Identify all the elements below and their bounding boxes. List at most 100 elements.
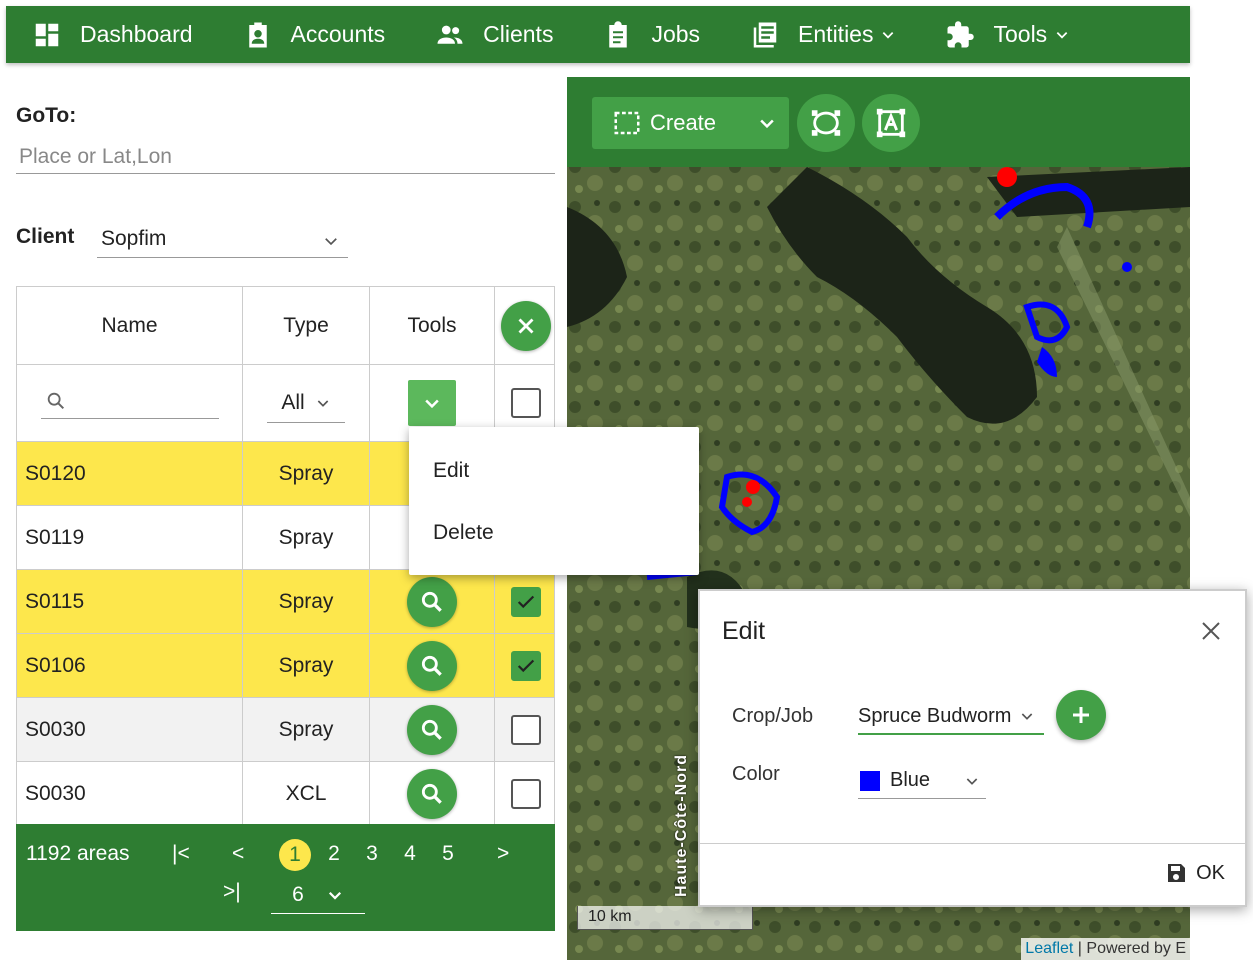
nav-dashboard-label: Dashboard (80, 21, 193, 47)
edit-dialog: Edit Crop/Job Spruce Budworm Color Blue … (698, 589, 1247, 907)
check-icon (517, 595, 534, 608)
table-row[interactable]: S0106 Spray (17, 634, 554, 698)
row-tools (370, 698, 495, 761)
chevron-down-icon (317, 399, 328, 407)
row-type: Spray (243, 506, 370, 569)
crop-job-select[interactable]: Spruce Budworm (858, 699, 1044, 735)
nav-accounts[interactable]: Accounts (243, 20, 386, 50)
zoom-to-area-button[interactable] (407, 576, 457, 627)
crop-job-label: Crop/Job (732, 705, 814, 727)
crop-job-value: Spruce Budworm (858, 704, 1012, 727)
type-filter-cell: All (243, 365, 370, 441)
table-row[interactable]: S0115 Spray (17, 570, 554, 634)
map-region-label: Haute-Côte-Nord (673, 754, 690, 897)
draw-polygon-button[interactable] (797, 94, 855, 152)
row-type: Spray (243, 570, 370, 633)
create-label: Create (650, 110, 717, 135)
row-select (495, 634, 556, 697)
nav-tools[interactable]: Tools (945, 20, 1069, 50)
chevron-down-icon (425, 399, 439, 409)
tools-dropdown-button[interactable] (408, 380, 456, 426)
goto-label: GoTo: (16, 104, 77, 127)
badge-icon (248, 22, 267, 47)
clear-selection-button[interactable] (500, 300, 551, 351)
puzzle-icon (947, 20, 975, 47)
zoom-to-area-button[interactable] (407, 769, 457, 819)
prev-page-icon[interactable]: < (232, 842, 244, 866)
page-1[interactable]: 1 (279, 839, 311, 871)
chevron-down-icon (325, 238, 337, 246)
next-page-icon[interactable]: > (497, 842, 509, 866)
nav-jobs[interactable]: Jobs (603, 20, 700, 50)
selection-icon (614, 111, 640, 135)
row-select (495, 698, 556, 761)
row-type: Spray (243, 442, 370, 505)
table-header-row: Name Type Tools (17, 287, 554, 365)
chevron-down-icon (883, 31, 894, 39)
row-tools (370, 762, 495, 826)
ok-button[interactable]: OK (1164, 861, 1225, 885)
nav-accounts-label: Accounts (290, 21, 386, 47)
nav-jobs-label: Jobs (651, 21, 701, 47)
nav-entities[interactable]: Entities (750, 20, 895, 50)
close-icon[interactable] (1199, 619, 1223, 643)
zoom-to-area-button[interactable] (407, 704, 457, 755)
zoom-to-area-button[interactable] (407, 640, 457, 691)
row-type: XCL (243, 762, 370, 826)
goto-input[interactable] (16, 140, 555, 174)
row-select (495, 762, 556, 826)
chevron-down-icon (760, 119, 774, 129)
create-shape-button[interactable]: Create (592, 97, 789, 149)
row-name: S0030 (17, 762, 243, 826)
attribution-text: | Powered by E (1073, 940, 1186, 957)
top-navbar: Dashboard Accounts Clients Jobs Entities… (6, 6, 1190, 63)
map-toolbar: Create (567, 77, 1190, 167)
row-checkbox[interactable] (510, 779, 541, 809)
close-icon (518, 318, 533, 333)
nav-clients[interactable]: Clients (435, 20, 553, 50)
row-name: S0030 (17, 698, 243, 761)
check-icon (517, 659, 534, 672)
column-header-name[interactable]: Name (17, 287, 243, 364)
table-row[interactable]: S0030 XCL (17, 762, 554, 826)
area-count: 1192 areas (26, 842, 130, 865)
column-header-select (495, 287, 556, 364)
plus-icon (1073, 707, 1089, 723)
color-value: Blue (890, 769, 931, 791)
page-5[interactable]: 5 (432, 842, 464, 866)
color-label: Color (732, 763, 780, 785)
chevron-down-icon (328, 891, 341, 900)
chevron-down-icon (1022, 713, 1033, 720)
chevron-down-icon (1056, 31, 1068, 39)
name-filter-input[interactable] (41, 381, 219, 419)
table-row[interactable]: S0030 Spray (17, 698, 554, 762)
row-checkbox[interactable] (510, 586, 541, 617)
row-name: S0120 (17, 442, 243, 505)
color-select[interactable]: Blue (858, 763, 986, 799)
dashboard-icon (35, 23, 59, 46)
color-swatch (860, 770, 880, 791)
text-annotation-button[interactable] (862, 94, 920, 152)
row-checkbox[interactable] (510, 650, 541, 681)
last-page-icon[interactable]: >| (223, 880, 241, 904)
nav-dashboard[interactable]: Dashboard (32, 20, 193, 50)
leaflet-link[interactable]: Leaflet (1025, 940, 1073, 957)
page-3[interactable]: 3 (356, 842, 388, 866)
type-filter-select[interactable]: All (267, 383, 345, 423)
column-header-type[interactable]: Type (243, 287, 370, 364)
menu-item-edit[interactable]: Edit (433, 459, 469, 483)
menu-item-delete[interactable]: Delete (433, 521, 494, 545)
row-checkbox[interactable] (510, 714, 541, 745)
first-page-icon[interactable]: |< (172, 842, 190, 866)
row-name: S0115 (17, 570, 243, 633)
column-header-tools: Tools (370, 287, 495, 364)
add-crop-job-button[interactable] (1056, 690, 1106, 740)
page-size-select[interactable]: 6 (271, 876, 365, 914)
select-all-checkbox[interactable] (510, 388, 541, 418)
row-tools (370, 570, 495, 633)
search-icon (421, 719, 442, 740)
page-4[interactable]: 4 (394, 842, 426, 866)
search-icon (421, 655, 442, 676)
page-2[interactable]: 2 (318, 842, 350, 866)
client-select[interactable]: Sopfim (97, 220, 348, 258)
